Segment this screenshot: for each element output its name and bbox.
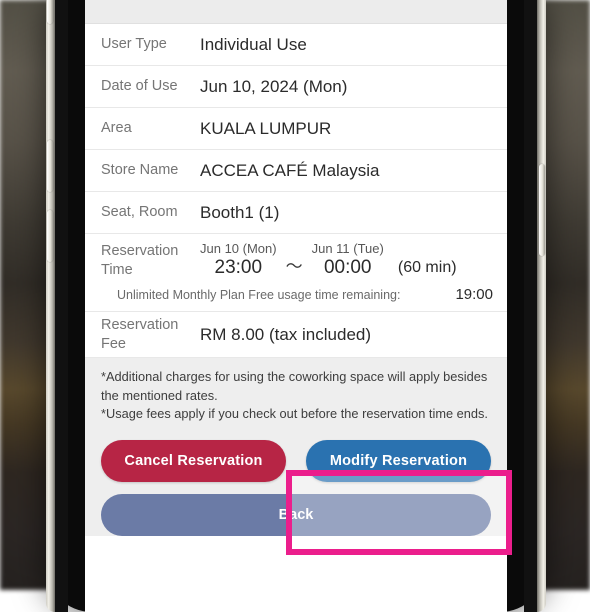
- silent-switch-button[interactable]: [47, 0, 53, 24]
- phone-device: User Type Individual Use Date of Use Jun…: [46, 0, 546, 612]
- table-row-seat-room: Seat, Room Booth1 (1): [85, 192, 507, 234]
- page-header-strip: [85, 0, 507, 24]
- note-line-1: *Additional charges for using the cowork…: [101, 368, 491, 405]
- volume-up-button[interactable]: [47, 140, 53, 192]
- reservation-duration: (60 min): [384, 259, 457, 280]
- start-date: Jun 10 (Mon): [200, 242, 277, 257]
- start-time: 23:00: [200, 257, 277, 280]
- time-range-separator: ～: [277, 252, 312, 280]
- row-value: Individual Use: [200, 35, 507, 55]
- row-label: Reservation Time: [85, 242, 200, 279]
- reservation-time-values: Jun 10 (Mon) 23:00 ～ Jun 11 (Tue) 00:00 …: [200, 242, 507, 280]
- row-label: Date of Use: [85, 77, 200, 96]
- monthly-plan-remaining-value: 19:00: [445, 286, 493, 303]
- row-value: KUALA LUMPUR: [200, 119, 507, 139]
- table-row-reservation-fee: Reservation Fee RM 8.00 (tax included): [85, 312, 507, 358]
- table-row-area: Area KUALA LUMPUR: [85, 108, 507, 150]
- row-label: Area: [85, 119, 200, 138]
- phone-frame-left: [46, 0, 55, 612]
- phone-bezel-right: [524, 0, 537, 612]
- row-label: Seat, Room: [85, 203, 200, 222]
- phone-frame-right: [537, 0, 546, 612]
- back-button[interactable]: Back: [101, 494, 491, 536]
- note-line-2: *Usage fees apply if you check out befor…: [101, 405, 491, 424]
- primary-button-row: Cancel Reservation Modify Reservation: [101, 440, 491, 482]
- row-value: Jun 10, 2024 (Mon): [200, 77, 507, 97]
- table-row-store-name: Store Name ACCEA CAFÉ Malaysia: [85, 150, 507, 192]
- monthly-plan-remaining-row: Unlimited Monthly Plan Free usage time r…: [85, 284, 507, 312]
- row-value: RM 8.00 (tax included): [200, 325, 507, 345]
- reservation-start: Jun 10 (Mon) 23:00: [200, 242, 277, 280]
- row-label: Reservation Fee: [85, 316, 200, 353]
- row-value: ACCEA CAFÉ Malaysia: [200, 161, 507, 181]
- volume-down-button[interactable]: [47, 210, 53, 262]
- action-buttons-area: Cancel Reservation Modify Reservation Ba…: [85, 436, 507, 536]
- phone-screen: User Type Individual Use Date of Use Jun…: [85, 0, 507, 612]
- power-button[interactable]: [539, 164, 545, 256]
- row-label: User Type: [85, 35, 200, 54]
- table-row-date-of-use: Date of Use Jun 10, 2024 (Mon): [85, 66, 507, 108]
- reservation-end: Jun 11 (Tue) 00:00: [312, 242, 384, 280]
- notes-section: *Additional charges for using the cowork…: [85, 358, 507, 436]
- table-row-reservation-time: Reservation Time Jun 10 (Mon) 23:00 ～ Ju…: [85, 234, 507, 284]
- table-row-user-type: User Type Individual Use: [85, 24, 507, 66]
- modify-reservation-button[interactable]: Modify Reservation: [306, 440, 491, 482]
- end-time: 00:00: [312, 257, 384, 280]
- cancel-reservation-button[interactable]: Cancel Reservation: [101, 440, 286, 482]
- row-value: Booth1 (1): [200, 203, 507, 223]
- row-label: Store Name: [85, 161, 200, 180]
- monthly-plan-label: Unlimited Monthly Plan Free usage time r…: [117, 288, 445, 302]
- phone-bezel-left: [55, 0, 68, 612]
- end-date: Jun 11 (Tue): [312, 242, 384, 257]
- reservation-details-table: User Type Individual Use Date of Use Jun…: [85, 24, 507, 358]
